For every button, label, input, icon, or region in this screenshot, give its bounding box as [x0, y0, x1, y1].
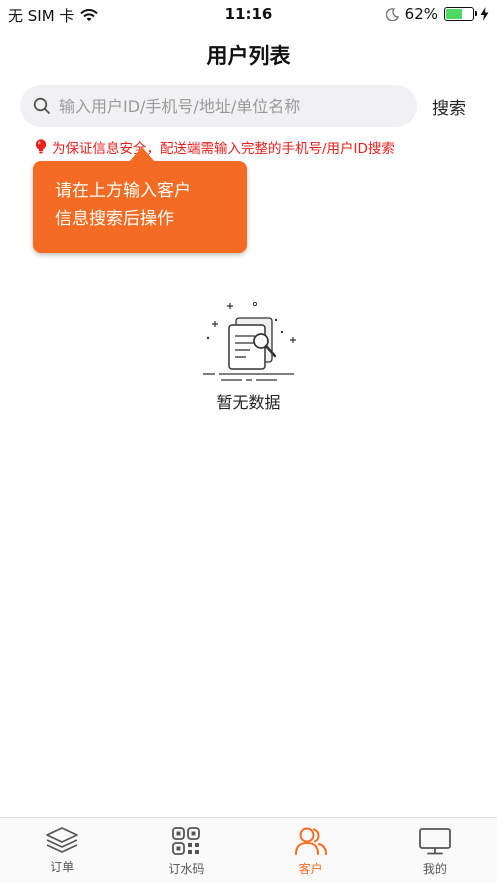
- tab-customers[interactable]: 客户: [249, 818, 373, 883]
- tab-label: 订水码: [168, 862, 205, 876]
- tab-mine[interactable]: 我的: [373, 818, 497, 883]
- security-tip: 为保证信息安全，配送端需输入完整的手机号/用户ID搜索: [35, 137, 395, 157]
- empty-data-icon: [203, 301, 296, 381]
- search-box[interactable]: [20, 85, 417, 127]
- battery-icon: [444, 7, 477, 21]
- guide-tooltip[interactable]: 请在上方输入客户 信息搜索后操作: [33, 147, 247, 253]
- charging-bolt-icon: [480, 7, 489, 21]
- monitor-icon: [418, 828, 451, 855]
- tab-orders[interactable]: 订单: [0, 818, 124, 883]
- status-right: 62%: [385, 5, 489, 23]
- empty-state-text: 暂无数据: [216, 393, 281, 412]
- search-button[interactable]: 搜索: [432, 94, 466, 119]
- layers-icon: [46, 827, 78, 853]
- battery-percent: 62%: [404, 5, 438, 23]
- tooltip-line-1: 请在上方输入客户: [55, 181, 191, 201]
- tab-label: 订单: [50, 860, 75, 874]
- qr-code-icon: [172, 827, 201, 855]
- tab-bar: 订单 订水码 客户 我的: [0, 817, 497, 883]
- tab-label: 我的: [422, 862, 447, 876]
- tab-label: 客户: [298, 862, 323, 876]
- users-icon: [294, 827, 327, 855]
- tip-text: 为保证信息安全，配送端需输入完整的手机号/用户ID搜索: [52, 141, 395, 157]
- search-icon: [33, 97, 50, 114]
- page-title: 用户列表: [206, 44, 291, 68]
- tab-water-code[interactable]: 订水码: [124, 818, 248, 883]
- lightbulb-icon: [35, 139, 47, 154]
- status-bar: 无 SIM 卡 11:16 62%: [0, 0, 497, 28]
- moon-icon: [385, 7, 399, 21]
- tooltip-line-2: 信息搜索后操作: [55, 209, 174, 229]
- search-input[interactable]: [59, 96, 399, 116]
